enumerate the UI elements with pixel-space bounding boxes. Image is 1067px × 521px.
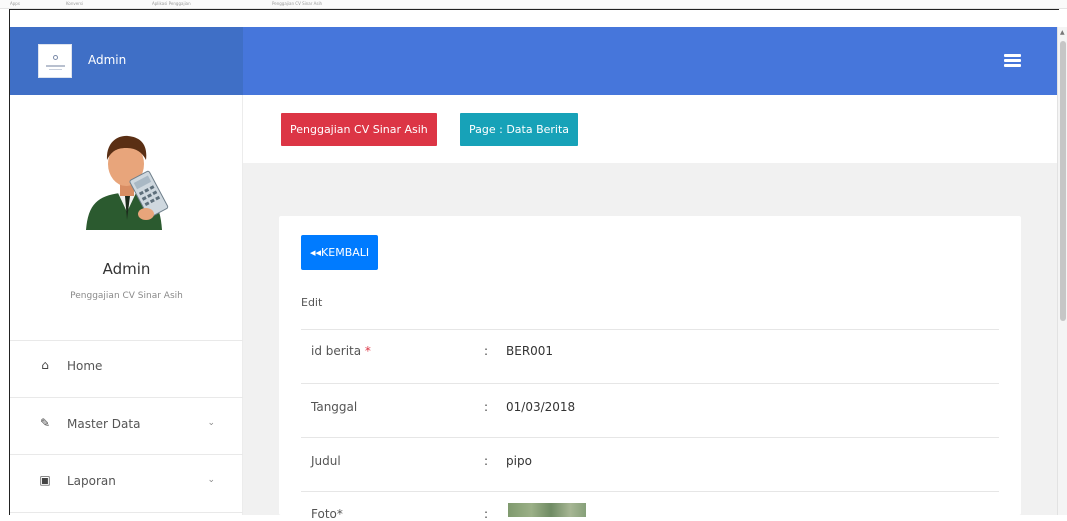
sidebar-item-label: Laporan <box>67 474 116 488</box>
field-value-tanggal[interactable]: 01/03/2018 <box>506 400 575 414</box>
sidebar-item-laporan[interactable]: ▣ Laporan ⌄ <box>10 462 243 506</box>
sidebar-item-label: Home <box>67 359 103 373</box>
sidebar-divider <box>10 512 243 513</box>
breadcrumb: Penggajian CV Sinar Asih Page : Data Ber… <box>243 95 1057 163</box>
sidebar-divider <box>10 397 243 398</box>
field-label-foto: Foto* <box>311 507 343 521</box>
breadcrumb-page-badge: Page : Data Berita <box>460 113 579 146</box>
chevron-down-icon: ⌄ <box>207 475 215 485</box>
field-colon: : <box>484 400 489 414</box>
bookmark-konversi[interactable]: Konversi <box>66 1 83 6</box>
field-label-id-berita: id berita * <box>311 344 371 358</box>
bookmark-aplikasi[interactable]: Aplikasi Penggajian <box>152 1 191 6</box>
home-icon: ⌂ <box>41 358 49 372</box>
bookmark-apps[interactable]: Apps <box>10 1 20 6</box>
row-divider <box>301 329 999 330</box>
page-scrollbar[interactable]: ▲ <box>1057 27 1067 515</box>
top-navbar <box>243 27 1057 95</box>
back-button[interactable]: ◂◂KEMBALI <box>301 235 379 270</box>
user-name: Admin <box>102 260 151 278</box>
field-value-id-berita[interactable]: BER001 <box>506 344 553 358</box>
briefcase-icon: ▣ <box>39 473 51 487</box>
sidebar: Admin Penggajian CV Sinar Asih ⌂ Home ✎ … <box>10 95 243 515</box>
sidebar-item-home[interactable]: ⌂ Home <box>10 347 243 391</box>
field-colon: : <box>484 507 489 521</box>
sidebar-header: Admin <box>10 27 243 95</box>
logo-icon[interactable] <box>38 44 72 78</box>
field-label-judul: Judul <box>311 454 341 468</box>
field-value-judul[interactable]: pipo <box>506 454 532 468</box>
edit-form-card: ◂◂KEMBALI Edit id berita * : BER001 Tang… <box>279 216 1021 521</box>
form-title: Edit <box>301 296 323 309</box>
scrollbar-thumb[interactable] <box>1060 41 1066 321</box>
bookmarks-bar: Apps Konversi Aplikasi Penggajian Pengga… <box>0 0 1067 9</box>
brand-title[interactable]: Admin <box>88 53 126 67</box>
chevron-down-icon: ⌄ <box>207 418 215 428</box>
bookmark-penggajian[interactable]: Penggajian CV Sinar Asih <box>272 1 322 6</box>
main-content: Penggajian CV Sinar Asih Page : Data Ber… <box>243 95 1057 521</box>
user-avatar <box>86 135 169 230</box>
edit-icon: ✎ <box>39 416 51 430</box>
sidebar-divider <box>10 340 243 341</box>
field-colon: : <box>484 454 489 468</box>
hamburger-menu-icon[interactable] <box>1004 54 1021 68</box>
row-divider <box>301 383 999 384</box>
breadcrumb-app-badge[interactable]: Penggajian CV Sinar Asih <box>281 113 437 146</box>
row-divider <box>301 491 999 492</box>
field-label-tanggal: Tanggal <box>311 400 358 414</box>
sidebar-item-label: Master Data <box>67 417 141 431</box>
row-divider <box>301 437 999 438</box>
sidebar-item-master-data[interactable]: ✎ Master Data ⌄ <box>10 405 243 449</box>
user-role: Penggajian CV Sinar Asih <box>70 291 183 301</box>
scroll-up-arrow-icon[interactable]: ▲ <box>1060 29 1065 36</box>
field-colon: : <box>484 344 489 358</box>
required-mark: * <box>364 344 371 358</box>
sidebar-divider <box>10 454 243 455</box>
